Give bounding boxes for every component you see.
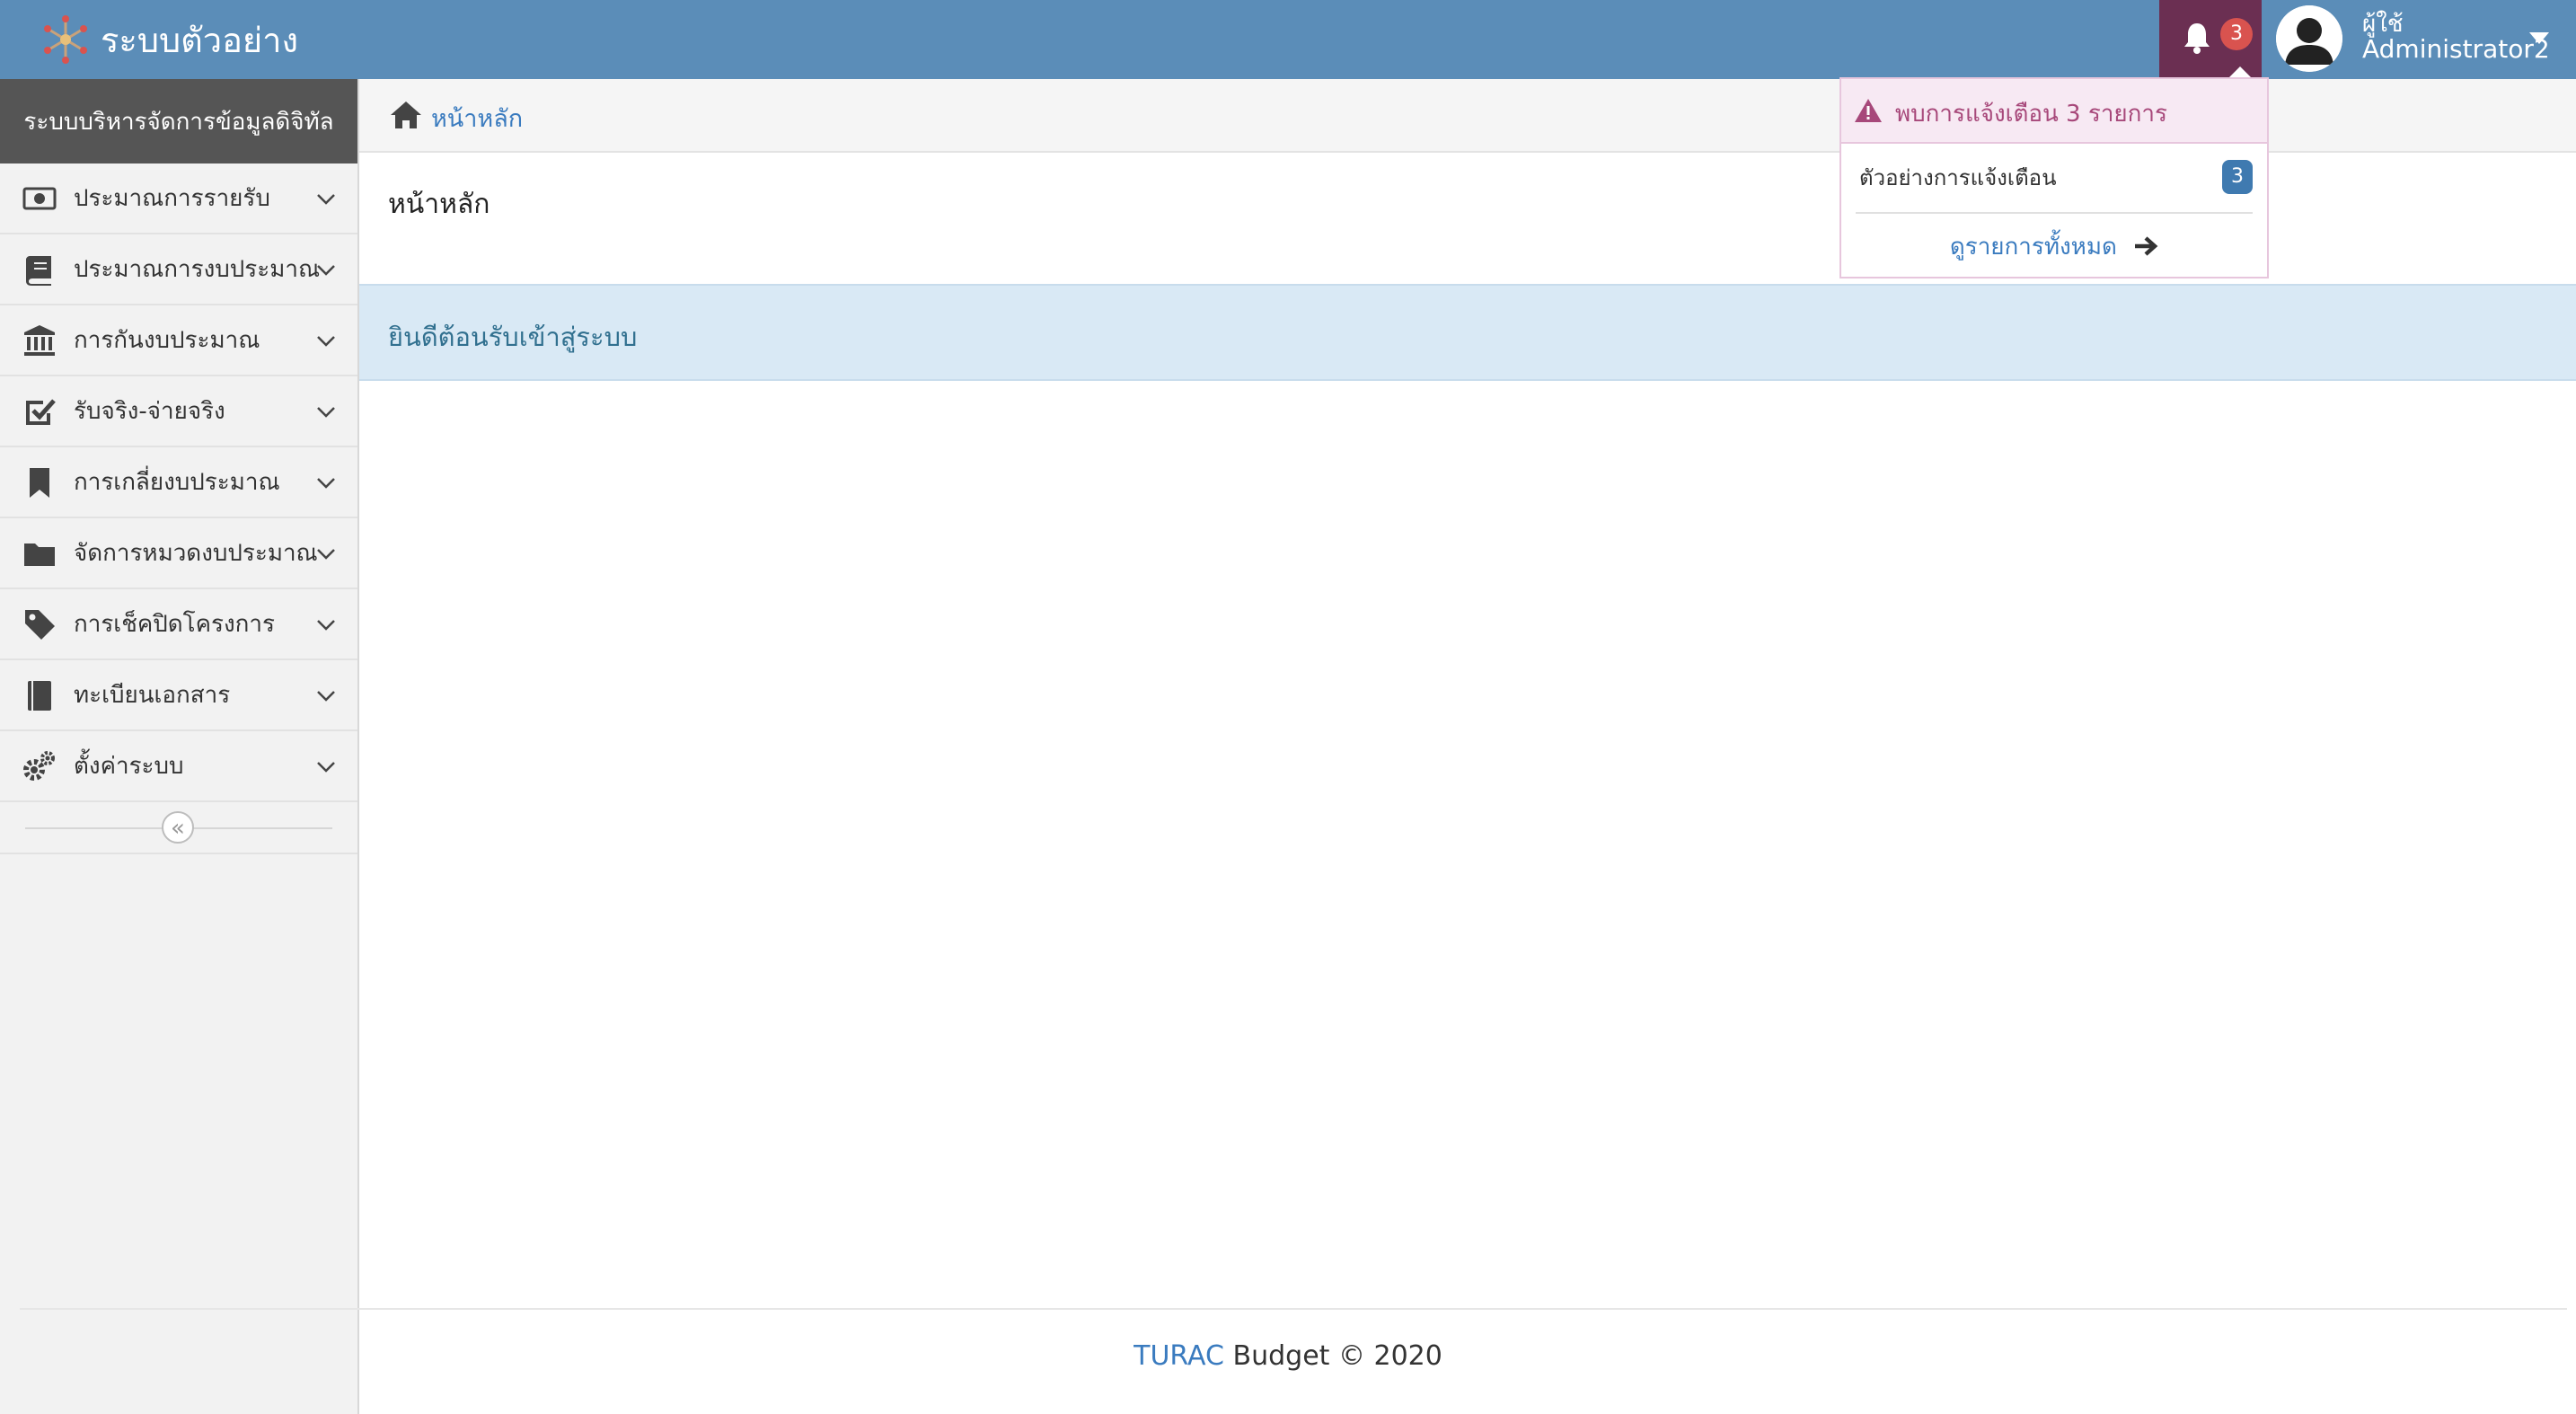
notifications-dropdown: พบการแจ้งเตือน 3 รายการ ตัวอย่างการแจ้งเ… xyxy=(1839,77,2269,278)
page-title: หน้าหลัก xyxy=(388,189,490,220)
app-title: ระบบตัวอย่าง xyxy=(101,20,299,60)
bank-icon xyxy=(24,324,55,356)
notification-item-count-badge: 3 xyxy=(2222,160,2253,194)
sidebar-item-document-registry[interactable]: ทะเบียนเอกสาร xyxy=(0,660,357,731)
book-closed-icon xyxy=(28,680,51,711)
user-avatar-icon xyxy=(2276,5,2342,72)
sidebar-item-label: รับจริง-จ่ายจริง xyxy=(74,398,225,425)
sidebar-item-label: จัดการหมวดงบประมาณ xyxy=(74,540,318,567)
sidebar-item-settings[interactable]: ตั้งค่าระบบ xyxy=(0,731,357,802)
money-bill-icon xyxy=(22,187,57,209)
user-name: Administrator2 xyxy=(2362,34,2550,64)
chevron-down-icon xyxy=(317,690,335,702)
sidebar-title: ระบบบริหารจัดการข้อมูลดิจิทัล xyxy=(0,79,357,163)
sidebar-item-label: ประมาณการรายรับ xyxy=(74,185,270,212)
sidebar-item-budget-reserve[interactable]: การกันงบประมาณ xyxy=(0,305,357,376)
bookmark-icon xyxy=(30,467,49,498)
brand[interactable]: ระบบตัวอย่าง xyxy=(40,11,298,68)
divider xyxy=(1856,212,2253,214)
folder-icon xyxy=(24,543,55,566)
chevron-down-icon xyxy=(317,335,335,347)
view-all-label: ดูรายการทั้งหมด xyxy=(1949,234,2117,261)
sidebar-item-revenue-estimate[interactable]: ประมาณการรายรับ xyxy=(0,163,357,234)
warning-icon xyxy=(1855,99,1882,122)
caret-down-icon[interactable] xyxy=(2529,32,2549,44)
notification-item[interactable]: ตัวอย่างการแจ้งเตือน xyxy=(1859,160,2057,195)
notifications-title: พบการแจ้งเตือน 3 รายการ xyxy=(1895,101,2167,128)
chevron-down-icon xyxy=(317,193,335,205)
check-square-icon xyxy=(26,398,56,425)
sidebar-collapse-button[interactable]: « xyxy=(162,811,194,844)
sidebar-item-label: การกันงบประมาณ xyxy=(74,327,260,354)
sidebar-item-budget-transfer[interactable]: การเกลี่ยงบประมาณ xyxy=(0,447,357,518)
chevron-down-icon xyxy=(317,548,335,560)
notifications-header: พบการแจ้งเตือน 3 รายการ xyxy=(1841,79,2267,144)
snowflake-logo-icon xyxy=(44,15,87,64)
footer-copyright: Budget © 2020 xyxy=(1224,1340,1442,1372)
footer: TURAC Budget © 2020 xyxy=(359,1340,2217,1372)
chevron-down-icon xyxy=(317,264,335,276)
sidebar-item-label: การเกลี่ยงบประมาณ xyxy=(74,469,280,496)
home-icon xyxy=(391,102,421,128)
tag-icon xyxy=(25,609,55,640)
sidebar-item-budget-categories[interactable]: จัดการหมวดงบประมาณ xyxy=(0,518,357,589)
view-all-notifications-link[interactable]: ดูรายการทั้งหมด xyxy=(1841,228,2267,265)
chevron-down-icon xyxy=(317,406,335,418)
sidebar-item-project-closing[interactable]: การเช็คปิดโครงการ xyxy=(0,589,357,660)
sidebar-item-actual-income-expense[interactable]: รับจริง-จ่ายจริง xyxy=(0,376,357,447)
book-icon xyxy=(26,255,51,286)
breadcrumb-home-link[interactable]: หน้าหลัก xyxy=(431,99,523,137)
welcome-alert: ยินดีต้อนรับเข้าสู่ระบบ xyxy=(359,284,2576,381)
bell-icon xyxy=(2184,23,2210,54)
sidebar-item-label: ทะเบียนเอกสาร xyxy=(74,682,231,709)
sidebar-item-label: การเช็คปิดโครงการ xyxy=(74,611,275,638)
chevron-down-icon xyxy=(317,619,335,631)
sidebar-collapse-row: « xyxy=(0,802,357,854)
sidebar-item-budget-estimate[interactable]: ประมาณการงบประมาณ xyxy=(0,234,357,305)
chevron-down-icon xyxy=(317,761,335,773)
footer-divider xyxy=(20,1308,2567,1310)
welcome-message: ยินดีต้อนรับเข้าสู่ระบบ xyxy=(388,322,638,352)
gears-icon xyxy=(23,750,55,781)
top-navbar: ระบบตัวอย่าง 3 ผู้ใช้ Administrator2 xyxy=(0,0,2576,79)
user-menu[interactable]: ผู้ใช้ Administrator2 xyxy=(2263,0,2576,79)
arrow-right-icon xyxy=(2135,236,2158,256)
sidebar: ระบบบริหารจัดการข้อมูลดิจิทัล ประมาณการร… xyxy=(0,79,359,1414)
footer-brand: TURAC xyxy=(1134,1340,1224,1372)
notification-count-badge: 3 xyxy=(2220,18,2253,50)
sidebar-item-label: ตั้งค่าระบบ xyxy=(74,753,184,780)
chevron-down-icon xyxy=(317,477,335,489)
sidebar-item-label: ประมาณการงบประมาณ xyxy=(74,256,321,283)
